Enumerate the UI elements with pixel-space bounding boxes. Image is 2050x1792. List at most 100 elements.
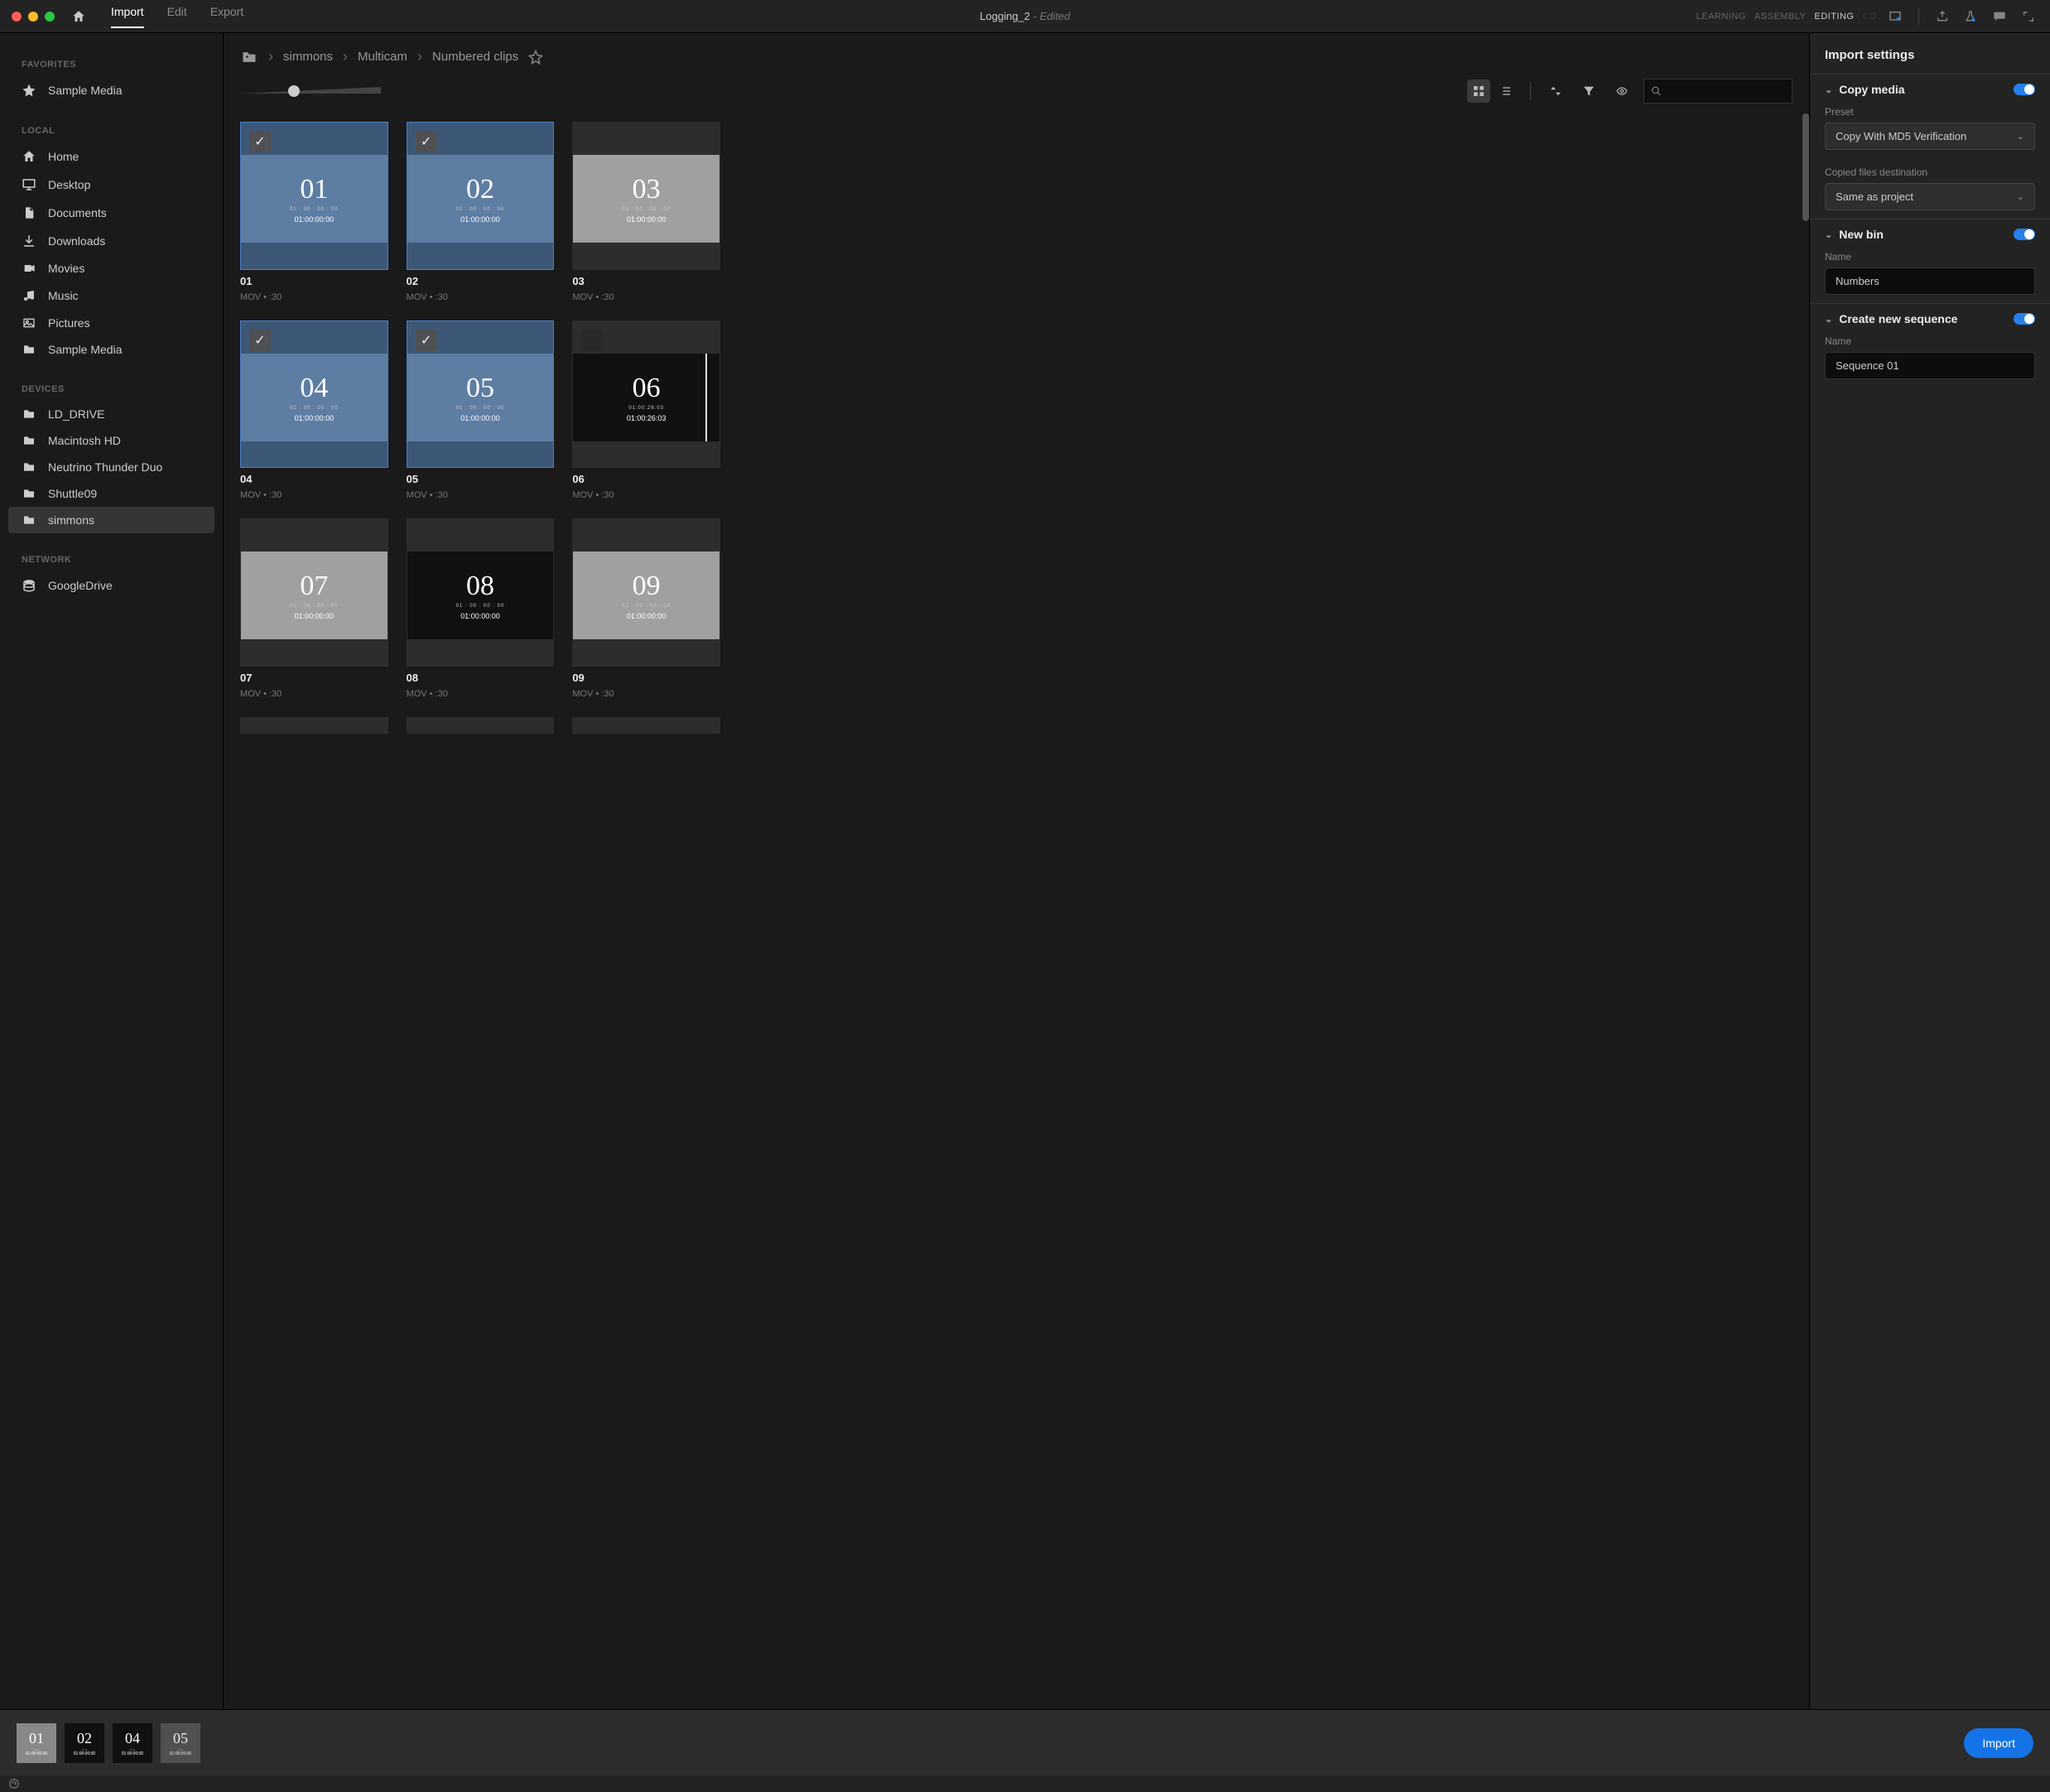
workspace-learning[interactable]: LEARNING	[1696, 12, 1746, 22]
new-bin-header[interactable]: ⌄ New bin	[1825, 228, 2035, 241]
clip-timecode: 01:00:00:00	[460, 612, 500, 620]
clip-item[interactable]: 03 01 : 00 : 00 : 00 01:00:00:00 03 MOV …	[572, 122, 720, 302]
tab-export[interactable]: Export	[210, 5, 243, 28]
sidebar-item-sample-media[interactable]: Sample Media	[8, 336, 214, 363]
clip-meta: MOV • :30	[572, 490, 720, 500]
clip-meta: MOV • :30	[240, 292, 388, 302]
clip-checkbox[interactable]: ✓	[416, 131, 437, 152]
pictures-icon	[22, 316, 36, 330]
sidebar-item-pictures[interactable]: Pictures	[8, 310, 214, 336]
favorite-star-icon[interactable]	[528, 50, 543, 65]
chevron-down-icon: ⌄	[1825, 314, 1832, 325]
tray-thumb[interactable]: 05• • •01:00:00:00	[161, 1723, 200, 1763]
tray-thumb[interactable]: 04• • •01:00:00:00	[113, 1723, 152, 1763]
clip-timecode: 01:00:00:00	[627, 215, 666, 224]
preset-select[interactable]: Copy With MD5 Verification⌄	[1825, 123, 2035, 150]
visibility-icon[interactable]	[1610, 79, 1634, 103]
sidebar-item-ld-drive[interactable]: LD_DRIVE	[8, 401, 214, 427]
filter-icon[interactable]	[1577, 79, 1600, 103]
new-bin-toggle[interactable]	[2014, 229, 2035, 240]
sidebar-item-sample-media-fav[interactable]: Sample Media	[8, 76, 214, 104]
maximize-window-button[interactable]	[45, 12, 55, 22]
close-window-button[interactable]	[12, 12, 22, 22]
folder-back-icon[interactable]	[240, 49, 258, 65]
sidebar-item-documents[interactable]: Documents	[8, 199, 214, 227]
sidebar-item-movies[interactable]: Movies	[8, 255, 214, 282]
list-view-icon[interactable]	[1494, 79, 1517, 103]
section-local: LOCAL	[8, 119, 214, 142]
crumb-simmons[interactable]: simmons	[283, 50, 333, 64]
workspace-assembly[interactable]: ASSEMBLY	[1754, 12, 1807, 22]
zoom-slider[interactable]	[240, 84, 381, 99]
beaker-icon[interactable]	[1961, 10, 1980, 23]
clip-checkbox[interactable]: ✓	[249, 131, 271, 152]
bin-name-label: Name	[1825, 251, 2035, 263]
workspace-editing[interactable]: EDITING	[1814, 12, 1854, 22]
clip-checkbox[interactable]: ✓	[416, 330, 437, 351]
breadcrumb: › simmons › Multicam › Numbered clips	[224, 33, 1809, 74]
sidebar-item-music[interactable]: Music	[8, 282, 214, 310]
clip-item[interactable]: ✓ 05 01 : 00 : 00 : 00 01:00:00:00 05 MO…	[407, 320, 555, 501]
download-icon	[22, 234, 36, 248]
quick-export-icon[interactable]	[1885, 10, 1905, 23]
cloud-sync-icon[interactable]	[8, 1778, 20, 1790]
media-browser: › simmons › Multicam › Numbered clips	[224, 33, 1810, 1709]
clip-item[interactable]: 06 01:00:26:03 01:00:26:03 06 MOV • :30	[572, 320, 720, 501]
sidebar-item-downloads[interactable]: Downloads	[8, 227, 214, 255]
tray-thumb[interactable]: 01• • •01:00:00:00	[17, 1723, 56, 1763]
clip-name: 04	[240, 473, 388, 485]
clip-number: 04	[300, 373, 328, 404]
selection-tray: 01• • •01:00:00:0002• • •01:00:00:0004• …	[0, 1709, 2050, 1775]
new-sequence-header[interactable]: ⌄ Create new sequence	[1825, 312, 2035, 325]
clip-number: 05	[466, 373, 494, 404]
sidebar-item-neutrino[interactable]: Neutrino Thunder Duo	[8, 454, 214, 480]
tray-thumb[interactable]: 02• • •01:00:00:00	[65, 1723, 104, 1763]
sidebar-item-home[interactable]: Home	[8, 142, 214, 171]
clip-name: 05	[407, 473, 555, 485]
home-icon	[22, 149, 36, 164]
clip-item[interactable]: ✓ 01 01 : 00 : 00 : 00 01:00:00:00 01 MO…	[240, 122, 388, 302]
crumb-numbered-clips[interactable]: Numbered clips	[432, 50, 518, 64]
destination-select[interactable]: Same as project⌄	[1825, 183, 2035, 210]
new-sequence-toggle[interactable]	[2014, 313, 2035, 325]
preset-label: Preset	[1825, 106, 2035, 118]
sidebar-item-macintosh-hd[interactable]: Macintosh HD	[8, 427, 214, 454]
clip-item[interactable]: 09 01 : 00 : 00 : 00 01:00:00:00 09 MOV …	[572, 518, 720, 699]
comments-icon[interactable]	[1989, 10, 2010, 23]
clip-meta: MOV • :30	[407, 292, 555, 302]
folder-icon	[22, 343, 36, 356]
grid-view-icon[interactable]	[1467, 79, 1490, 103]
bin-name-input[interactable]: Numbers	[1825, 267, 2035, 295]
document-icon	[22, 205, 36, 220]
clip-meta: MOV • :30	[572, 292, 720, 302]
clip-item[interactable]: ✓ 02 01 : 00 : 00 : 00 01:00:00:00 02 MO…	[407, 122, 555, 302]
tab-import[interactable]: Import	[111, 5, 144, 28]
clip-item[interactable]: ✓ 04 01 : 00 : 00 : 00 01:00:00:00 04 MO…	[240, 320, 388, 501]
clip-name: 09	[572, 672, 720, 684]
copy-media-header[interactable]: ⌄ Copy media	[1825, 83, 2035, 96]
seq-name-input[interactable]: Sequence 01	[1825, 352, 2035, 379]
sidebar-item-shuttle09[interactable]: Shuttle09	[8, 480, 214, 507]
crumb-multicam[interactable]: Multicam	[358, 50, 407, 64]
clip-item[interactable]: 07 01 : 00 : 00 : 00 01:00:00:00 07 MOV …	[240, 518, 388, 699]
sort-icon[interactable]	[1544, 79, 1567, 103]
sidebar-item-googledrive[interactable]: GoogleDrive	[8, 571, 214, 600]
copy-media-toggle[interactable]	[2014, 84, 2035, 95]
search-input[interactable]	[1643, 79, 1793, 104]
clip-checkbox[interactable]	[581, 330, 603, 351]
share-icon[interactable]	[1932, 10, 1952, 23]
workspace-more[interactable]: CO	[1863, 12, 1878, 22]
clip-number: 02	[466, 174, 494, 205]
sidebar-item-desktop[interactable]: Desktop	[8, 171, 214, 199]
clip-item[interactable]: 08 01 : 00 : 00 : 00 01:00:00:00 08 MOV …	[407, 518, 555, 699]
tab-edit[interactable]: Edit	[167, 5, 187, 28]
import-button[interactable]: Import	[1964, 1728, 2033, 1758]
clip-number: 08	[466, 571, 494, 602]
minimize-window-button[interactable]	[28, 12, 38, 22]
scrollbar[interactable]	[1802, 113, 1809, 221]
fullscreen-icon[interactable]	[2019, 10, 2038, 23]
clip-checkbox[interactable]: ✓	[249, 330, 271, 351]
folder-icon	[22, 513, 36, 527]
home-icon[interactable]	[71, 9, 86, 24]
sidebar-item-simmons[interactable]: simmons	[8, 507, 214, 533]
